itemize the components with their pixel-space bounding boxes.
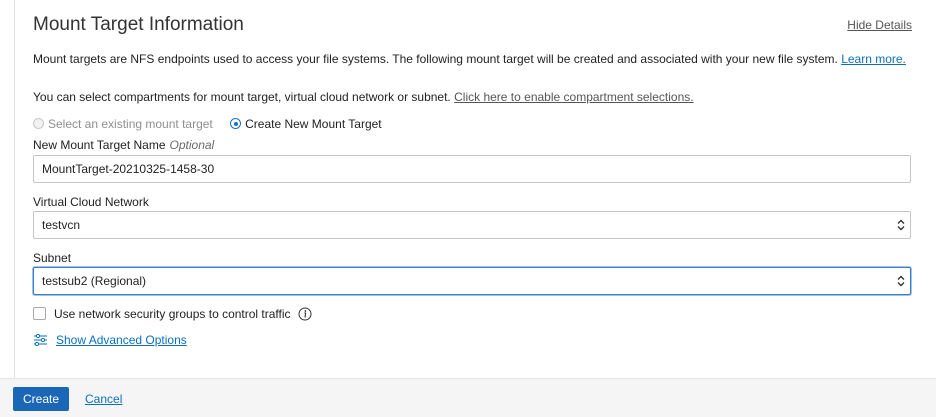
create-button[interactable]: Create <box>13 387 69 411</box>
vcn-select[interactable]: testvcn <box>33 211 911 239</box>
up-down-caret-icon <box>897 219 905 231</box>
compartment-note: You can select compartments for mount ta… <box>33 90 694 104</box>
sliders-icon <box>34 333 47 346</box>
subnet-select-value: testsub2 (Regional) <box>42 274 147 288</box>
new-mount-target-label: Create New Mount Target <box>245 116 382 131</box>
vcn-label: Virtual Cloud Network <box>33 195 149 209</box>
mount-target-name-label: New Mount Target Name Optional <box>33 138 214 152</box>
nsg-checkbox[interactable] <box>33 307 46 321</box>
cancel-link[interactable]: Cancel <box>85 392 122 406</box>
section-description: Mount targets are NFS endpoints used to … <box>33 53 913 66</box>
existing-mount-target-radio[interactable] <box>33 118 44 130</box>
up-down-caret-icon <box>897 275 905 287</box>
show-advanced-options-link[interactable]: Show Advanced Options <box>56 333 187 347</box>
footer-bar: Create Cancel <box>0 378 936 417</box>
section-title: Mount Target Information <box>33 14 244 35</box>
learn-more-link[interactable]: Learn more. <box>841 52 906 66</box>
enable-compartment-link[interactable]: Click here to enable compartment selecti… <box>454 90 693 104</box>
vcn-select-value: testvcn <box>42 218 81 232</box>
nsg-label: Use network security groups to control t… <box>54 306 291 321</box>
new-mount-target-radio[interactable] <box>230 118 242 130</box>
info-icon[interactable] <box>298 307 312 321</box>
compartment-text: You can select compartments for mount ta… <box>33 90 451 104</box>
mount-target-panel: Mount Target Information Hide Details Mo… <box>14 0 936 378</box>
nsg-option: Use network security groups to control t… <box>33 306 312 321</box>
mount-target-choice: Select an existing mount target Create N… <box>33 116 382 131</box>
hide-details-link[interactable]: Hide Details <box>847 18 912 32</box>
advanced-options[interactable]: Show Advanced Options <box>33 332 187 347</box>
mount-target-name-input[interactable]: MountTarget-20210325-1458-30 <box>33 155 911 183</box>
existing-mount-target-label: Select an existing mount target <box>48 116 213 131</box>
description-text: Mount targets are NFS endpoints used to … <box>33 52 838 66</box>
subnet-label: Subnet <box>33 251 72 265</box>
subnet-select[interactable]: testsub2 (Regional) <box>33 267 911 295</box>
optional-tag: Optional <box>169 138 215 152</box>
mount-target-name-label-text: New Mount Target Name <box>33 138 166 152</box>
